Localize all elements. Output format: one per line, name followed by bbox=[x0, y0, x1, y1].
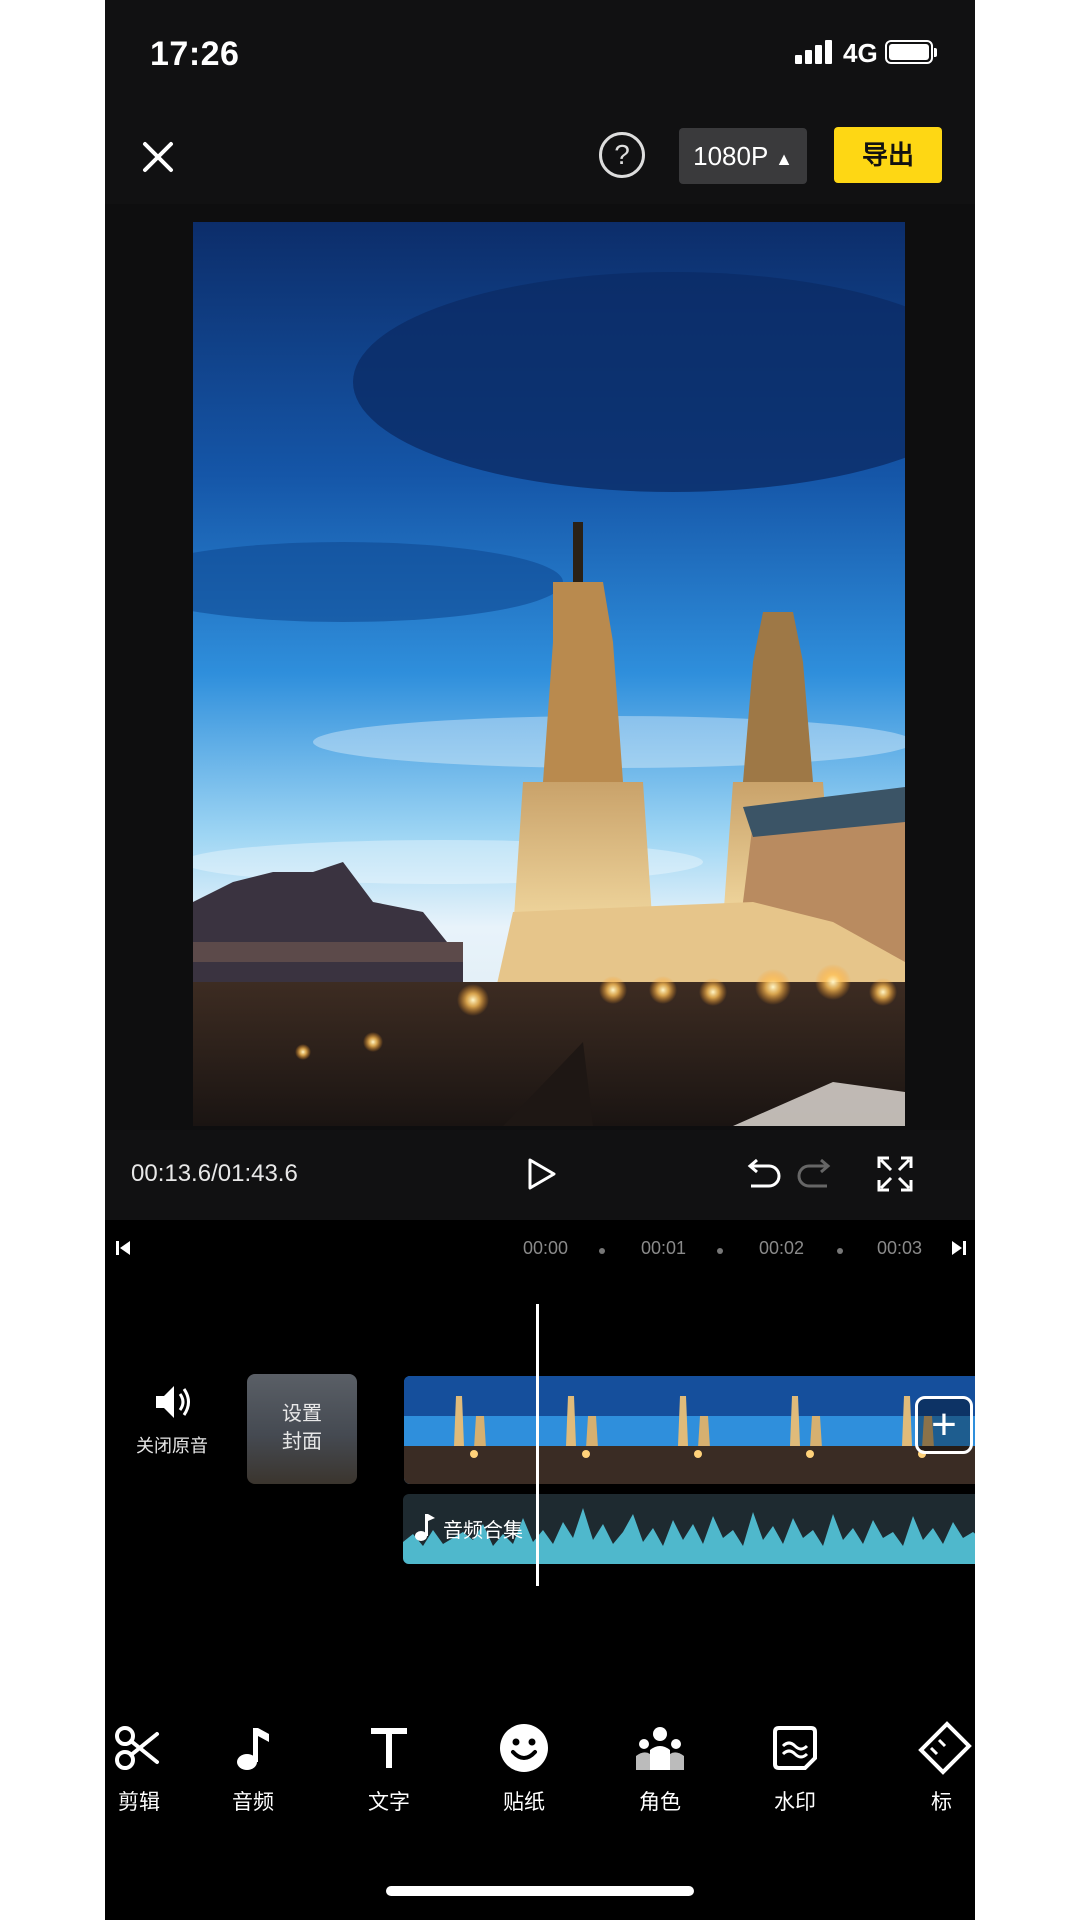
app-screen: 17:26 4G ? 1080P ▲ 导出 00:13.6/01:43.6 00… bbox=[105, 0, 975, 1920]
tool-watermark[interactable]: 水印 bbox=[745, 1720, 845, 1816]
ruler-tick: 00:00 bbox=[523, 1238, 569, 1258]
fullscreen-icon[interactable] bbox=[873, 1152, 917, 1196]
signal-icon bbox=[795, 40, 835, 64]
skip-end-icon[interactable] bbox=[949, 1238, 969, 1258]
ruler-icon bbox=[918, 1721, 972, 1775]
timecode: 00:13.6/01:43.6 bbox=[131, 1160, 298, 1187]
tool-ruler[interactable]: 标 bbox=[917, 1720, 975, 1816]
set-cover-button[interactable]: 设置 封面 bbox=[247, 1374, 357, 1484]
watermark-icon bbox=[773, 1726, 817, 1770]
battery-icon bbox=[885, 40, 937, 64]
speaker-icon bbox=[156, 1386, 190, 1418]
play-icon[interactable] bbox=[518, 1152, 562, 1196]
ruler-dot bbox=[599, 1248, 605, 1254]
audio-track-label: 音频合集 bbox=[443, 1520, 523, 1542]
resolution-button[interactable]: 1080P ▲ bbox=[679, 128, 807, 184]
help-icon[interactable]: ? bbox=[599, 132, 645, 178]
audio-track[interactable]: 音频合集 bbox=[403, 1494, 975, 1564]
time-ruler: 00:00 00:01 00:02 00:03 bbox=[105, 1234, 975, 1264]
network-label: 4G bbox=[843, 38, 878, 68]
tool-edit[interactable]: 剪辑 bbox=[105, 1720, 189, 1816]
undo-icon[interactable] bbox=[739, 1152, 783, 1196]
tool-characters[interactable]: 角色 bbox=[610, 1720, 710, 1816]
playback-bar: 00:13.6/01:43.6 bbox=[105, 1130, 975, 1220]
tool-audio[interactable]: 音频 bbox=[203, 1720, 303, 1816]
sticker-smiley-icon bbox=[500, 1724, 548, 1772]
cover-label: 设置 封面 bbox=[282, 1403, 322, 1453]
ruler-tick: 00:03 bbox=[877, 1238, 923, 1258]
music-note-icon bbox=[415, 1514, 435, 1541]
tool-sticker[interactable]: 贴纸 bbox=[474, 1720, 574, 1816]
bottom-toolbar: 剪辑 音频 文字 贴纸 角色 水印 标 bbox=[105, 1720, 975, 1840]
clip-thumbnail bbox=[516, 1376, 628, 1484]
editor-top-bar: ? 1080P ▲ 导出 bbox=[105, 108, 975, 204]
home-indicator bbox=[386, 1886, 694, 1896]
skip-start-icon[interactable] bbox=[113, 1238, 133, 1258]
ruler-tick: 00:01 bbox=[641, 1238, 687, 1258]
ruler-dot bbox=[717, 1248, 723, 1254]
text-icon bbox=[371, 1728, 407, 1768]
mute-original-button[interactable]: 关闭原音 bbox=[117, 1380, 227, 1458]
status-time: 17:26 bbox=[150, 35, 240, 73]
clip-thumbnail bbox=[628, 1376, 740, 1484]
ruler-dot bbox=[837, 1248, 843, 1254]
clip-thumbnail bbox=[404, 1376, 516, 1484]
redo-icon[interactable] bbox=[795, 1152, 839, 1196]
characters-icon bbox=[636, 1727, 684, 1770]
playhead[interactable] bbox=[536, 1304, 539, 1586]
video-clip-track[interactable] bbox=[404, 1376, 975, 1484]
caret-up-icon: ▲ bbox=[775, 149, 793, 169]
mute-label: 关闭原音 bbox=[136, 1436, 208, 1456]
video-preview[interactable] bbox=[193, 222, 905, 1126]
resolution-label: 1080P bbox=[693, 141, 768, 171]
close-icon[interactable] bbox=[133, 132, 183, 182]
export-button[interactable]: 导出 bbox=[834, 127, 942, 183]
tool-text[interactable]: 文字 bbox=[339, 1720, 439, 1816]
ruler-tick: 00:02 bbox=[759, 1238, 805, 1258]
clip-thumbnail bbox=[740, 1376, 852, 1484]
status-bar: 17:26 4G bbox=[105, 0, 975, 108]
music-note-icon bbox=[237, 1728, 269, 1770]
scissors-icon bbox=[115, 1726, 159, 1770]
add-clip-button[interactable]: + bbox=[915, 1396, 973, 1454]
